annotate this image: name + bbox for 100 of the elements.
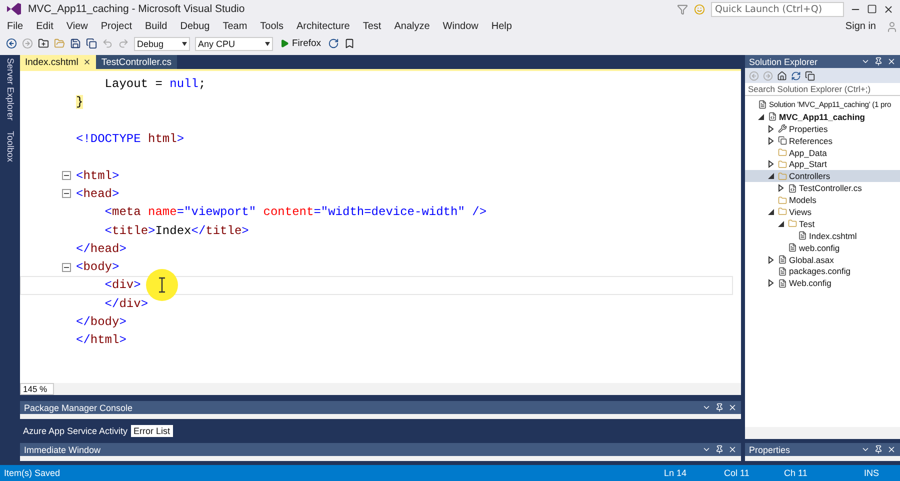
new-project-icon[interactable] (38, 38, 49, 49)
back-icon[interactable] (6, 38, 17, 49)
code-line: Layout = null; (104, 77, 206, 92)
collapse-icon[interactable] (62, 262, 71, 272)
close-icon[interactable] (728, 403, 737, 412)
tree-item[interactable]: App_Start (745, 158, 900, 170)
pin-icon[interactable] (715, 403, 724, 412)
panel-tab[interactable]: Azure App Service Activity (20, 425, 131, 437)
editor-tab[interactable]: TestController.cs (96, 55, 177, 69)
configuration-dropdown[interactable]: Debug (134, 36, 190, 50)
menu-item[interactable]: Debug (175, 21, 218, 32)
menu-item[interactable]: Team (218, 21, 256, 32)
tree-item[interactable]: References (745, 134, 900, 147)
panel-title: Package Manager Console (24, 402, 133, 412)
close-icon[interactable] (887, 57, 896, 66)
menu-item[interactable]: Window (438, 21, 486, 32)
collapsed-arrow-icon[interactable] (777, 184, 785, 192)
dropdown-icon[interactable] (702, 445, 711, 454)
home-icon[interactable] (777, 70, 787, 80)
side-rail-tab[interactable]: Server Explorer (4, 58, 16, 121)
menu-item[interactable]: Project (96, 21, 140, 32)
column-number: Col 11 (724, 468, 750, 478)
expanded-arrow-icon[interactable] (757, 112, 765, 121)
menu-item[interactable]: Architecture (292, 21, 358, 32)
menu-item[interactable]: Edit (31, 21, 62, 32)
tree-item[interactable]: web.config (745, 242, 900, 254)
zoom-level-dropdown[interactable]: 145 % (20, 383, 54, 395)
close-icon[interactable] (887, 445, 896, 454)
sign-in-link[interactable]: Sign in (845, 21, 876, 32)
collapsed-arrow-icon[interactable] (767, 279, 775, 288)
folder-icon (778, 148, 787, 157)
close-icon[interactable] (883, 4, 894, 14)
play-icon (280, 39, 289, 48)
maximize-icon[interactable] (867, 4, 877, 14)
expanded-arrow-icon[interactable] (767, 172, 775, 180)
tree-item[interactable]: MVC_App11_caching (745, 110, 900, 123)
collapsed-arrow-icon[interactable] (767, 136, 775, 145)
menu-item[interactable]: Build (140, 21, 176, 32)
dropdown-icon[interactable] (702, 403, 711, 412)
side-rail-tab[interactable]: Toolbox (4, 130, 16, 162)
run-button[interactable]: Firefox (278, 38, 324, 49)
editor-tab[interactable]: Index.cshtml (20, 55, 96, 69)
caret-icon (182, 42, 187, 46)
char-number: Ch 11 (784, 468, 808, 478)
menu-item[interactable]: Test (358, 21, 390, 32)
tree-item[interactable]: packages.config (745, 265, 900, 278)
menu-item[interactable]: File (2, 21, 32, 32)
collapsed-arrow-icon[interactable] (767, 256, 775, 264)
menu-item[interactable]: Tools (255, 21, 292, 32)
menu-item[interactable]: View (61, 21, 96, 32)
pin-icon[interactable] (874, 57, 883, 66)
horizontal-scrollbar[interactable] (745, 427, 900, 439)
save-all-icon[interactable] (86, 38, 97, 49)
dropdown-icon[interactable] (861, 445, 870, 454)
refresh-icon[interactable] (328, 38, 340, 49)
close-icon[interactable] (728, 445, 737, 454)
horizontal-scrollbar[interactable]: 145 % (20, 383, 741, 395)
collapse-all-icon[interactable] (805, 70, 815, 80)
collapsed-arrow-icon[interactable] (767, 160, 775, 168)
collapse-icon[interactable] (62, 171, 71, 180)
menu-item[interactable]: Help (486, 21, 520, 32)
dropdown-icon[interactable] (861, 57, 870, 66)
code-editor[interactable]: Layout = null; } <!DOCTYPE html> <html> <head> <meta name="viewport" content="width=device-width" /> <title>Index</title> </head> <body> <div> </div> </body> </html> (20, 69, 741, 383)
sync-icon[interactable] (791, 70, 801, 80)
config-file-icon (778, 266, 787, 276)
tree-item[interactable]: TestController.cs (745, 182, 900, 194)
expanded-arrow-icon[interactable] (767, 208, 775, 216)
tree-item[interactable]: Web.config (745, 277, 900, 290)
filter-icon[interactable] (677, 4, 688, 14)
tree-item[interactable]: Test (745, 218, 900, 230)
tree-item[interactable]: App_Data (745, 146, 900, 158)
panel-title: Immediate Window (24, 444, 101, 454)
references-icon (778, 136, 787, 146)
code-line: <meta name="viewport" content="width=device-width" /> (104, 205, 487, 220)
panel-tab[interactable]: Error List (130, 425, 174, 437)
folder-icon (778, 160, 787, 169)
bookmark-icon[interactable] (344, 38, 356, 49)
search-field[interactable]: Search Solution Explorer (Ctrl+;) (745, 83, 900, 96)
insert-mode: INS (864, 468, 880, 478)
tree-item[interactable]: Index.cshtml (745, 230, 900, 242)
tree-item[interactable]: Controllers (745, 170, 900, 182)
quick-launch-field[interactable]: Quick Launch (Ctrl+Q) (711, 2, 844, 16)
expanded-arrow-icon[interactable] (777, 220, 785, 228)
window-title: MVC_App11_caching - Microsoft Visual Studio (28, 3, 246, 15)
status-message: Item(s) Saved (4, 468, 62, 478)
pin-icon[interactable] (715, 445, 724, 454)
platform-dropdown[interactable]: Any CPU (195, 36, 273, 50)
tree-item[interactable]: Properties (745, 122, 900, 135)
tree-item[interactable]: Global.asax (745, 254, 900, 266)
code-line: </body> (75, 315, 126, 329)
pin-icon[interactable] (874, 445, 883, 454)
collapse-icon[interactable] (62, 189, 71, 198)
project-icon (768, 112, 777, 122)
close-icon[interactable] (83, 58, 92, 66)
tree-item[interactable]: Models (745, 194, 900, 206)
save-icon[interactable] (70, 38, 81, 49)
tree-item[interactable]: Views (745, 206, 900, 218)
folder-icon (778, 207, 787, 216)
collapsed-arrow-icon[interactable] (767, 124, 775, 133)
menu-item[interactable]: Analyze (389, 21, 438, 32)
